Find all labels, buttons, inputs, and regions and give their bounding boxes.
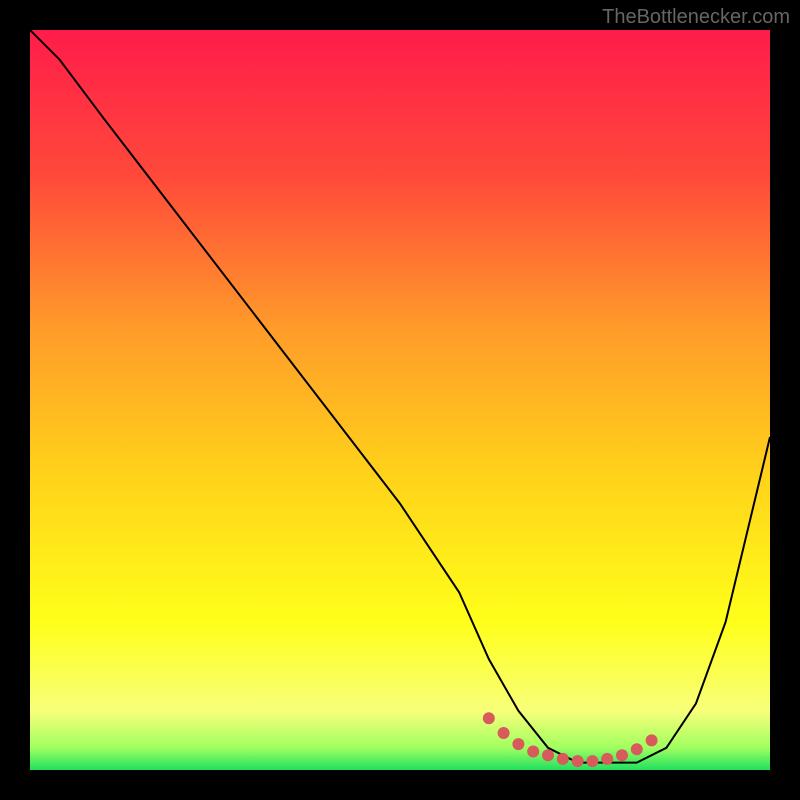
optimal-point — [616, 749, 628, 761]
optimal-point — [601, 753, 613, 765]
plot-area — [30, 30, 770, 770]
optimal-point — [512, 738, 524, 750]
optimal-point — [483, 712, 495, 724]
optimal-point — [646, 734, 658, 746]
optimal-point — [572, 755, 584, 767]
optimal-point — [557, 753, 569, 765]
optimal-point — [542, 749, 554, 761]
chart-svg — [30, 30, 770, 770]
watermark-text: TheBottlenecker.com — [602, 6, 790, 29]
chart-container: TheBottlenecker.com — [0, 0, 800, 800]
optimal-point — [586, 755, 598, 767]
optimal-point — [498, 727, 510, 739]
gradient-background — [30, 30, 770, 770]
optimal-point — [631, 743, 643, 755]
optimal-point — [527, 746, 539, 758]
